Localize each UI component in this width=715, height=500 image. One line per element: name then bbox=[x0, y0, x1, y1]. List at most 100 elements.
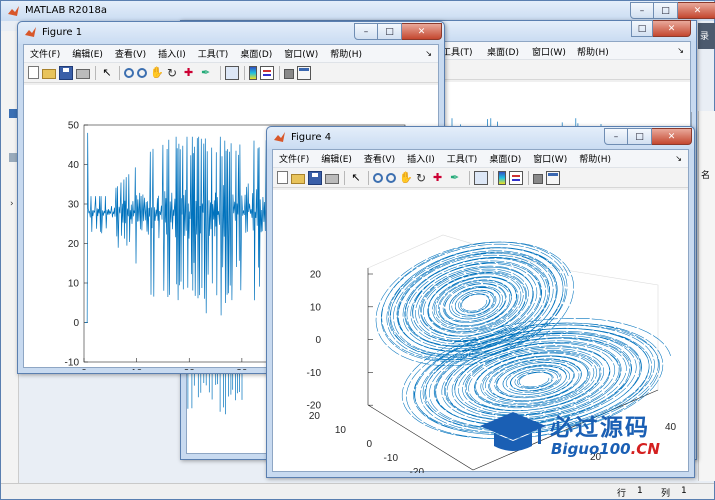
matlab-logo-icon bbox=[274, 132, 285, 142]
show-plot-tools-icon[interactable] bbox=[546, 170, 560, 185]
menu-item-7[interactable]: 帮助(H) bbox=[579, 152, 611, 165]
bg-figure-maximize-button[interactable]: □ bbox=[631, 20, 653, 37]
figure1-close-button[interactable]: ✕ bbox=[402, 23, 442, 40]
pan-hand-icon[interactable]: ✋ bbox=[399, 171, 413, 185]
matlab-logo-icon bbox=[25, 27, 36, 37]
data-cursor-icon[interactable]: ✚ bbox=[433, 171, 447, 185]
menu-item-6[interactable]: 窗口(W) bbox=[533, 152, 567, 165]
figure4-minimize-button[interactable]: – bbox=[604, 128, 628, 145]
toolbar-separator bbox=[95, 65, 96, 80]
hide-plot-tools-icon[interactable] bbox=[533, 173, 543, 184]
bg-menu-pin-icon[interactable]: ↘ bbox=[677, 46, 684, 55]
figure1-maximize-button[interactable]: □ bbox=[378, 23, 402, 40]
select-arrow-icon[interactable]: ↖ bbox=[100, 66, 114, 80]
figure4-ytick-label: -10 bbox=[384, 453, 399, 464]
brush-icon[interactable]: ✒ bbox=[450, 171, 464, 185]
figure1-xtick-label: 20 bbox=[184, 368, 196, 370]
link-plot-icon[interactable] bbox=[474, 170, 488, 185]
main-status-bar: 行 1 列 1 bbox=[1, 483, 714, 499]
main-minimize-button[interactable]: – bbox=[630, 2, 654, 19]
figure1-ytick-label: 10 bbox=[68, 279, 80, 290]
menu-item-5[interactable]: 桌面(D) bbox=[240, 47, 272, 60]
print-icon[interactable] bbox=[325, 173, 339, 184]
zoom-out-icon[interactable] bbox=[386, 172, 396, 183]
menu-pin-icon[interactable]: ↘ bbox=[675, 154, 682, 163]
figure1-title: Figure 1 bbox=[42, 27, 83, 38]
open-file-icon[interactable] bbox=[291, 174, 305, 184]
figure4-ztick-label: 10 bbox=[310, 302, 322, 313]
toolbar-separator bbox=[368, 170, 369, 185]
new-figure-icon[interactable] bbox=[28, 66, 39, 79]
figure4-toolbar: ↖ ✋ ↻ ✚ ✒ bbox=[273, 168, 688, 188]
menu-item-2[interactable]: 查看(V) bbox=[115, 47, 146, 60]
figure1-xtick-label: 10 bbox=[131, 368, 143, 370]
zoom-in-icon[interactable] bbox=[373, 172, 383, 183]
zoom-in-icon[interactable] bbox=[124, 67, 134, 78]
save-icon[interactable] bbox=[59, 65, 73, 80]
menu-item-1[interactable]: 编辑(E) bbox=[72, 47, 103, 60]
toolbar-separator bbox=[344, 170, 345, 185]
toolbar-separator bbox=[493, 170, 494, 185]
row-label: 行 bbox=[617, 489, 627, 499]
figure1-menubar: 文件(F) 编辑(E) 查看(V) 插入(I) 工具(T) 桌面(D) 窗口(W) 帮助(H)… bbox=[24, 45, 438, 63]
zoom-out-icon[interactable] bbox=[137, 67, 147, 78]
menu-item-0[interactable]: 文件(F) bbox=[30, 47, 60, 60]
select-arrow-icon[interactable]: ↖ bbox=[349, 171, 363, 185]
menu-item-6[interactable]: 窗口(W) bbox=[284, 47, 318, 60]
figure4-ytick-label: 0 bbox=[366, 439, 372, 450]
print-icon[interactable] bbox=[76, 68, 90, 79]
menu-item-7[interactable]: 帮助(H) bbox=[330, 47, 362, 60]
legend-icon[interactable] bbox=[509, 170, 523, 185]
main-close-button[interactable]: ✕ bbox=[678, 2, 715, 19]
colorbar-icon[interactable] bbox=[498, 170, 506, 185]
save-icon[interactable] bbox=[308, 170, 322, 185]
right-strip-text-top: 录 bbox=[700, 32, 710, 42]
open-file-icon[interactable] bbox=[42, 69, 56, 79]
bg-menu-fragment-window[interactable]: 窗口(W) bbox=[532, 45, 566, 58]
figure1-ytick-label: 0 bbox=[73, 318, 79, 329]
show-plot-tools-icon[interactable] bbox=[297, 65, 311, 80]
figure4-maximize-button[interactable]: □ bbox=[628, 128, 652, 145]
bg-menu-fragment-tools[interactable]: 工具(T) bbox=[442, 45, 473, 58]
figure4-ztick-label: 0 bbox=[315, 335, 321, 346]
menu-item-3[interactable]: 插入(I) bbox=[158, 47, 186, 60]
figure1-title-bar[interactable]: Figure 1 – □ ✕ bbox=[18, 22, 444, 44]
data-cursor-icon[interactable]: ✚ bbox=[184, 66, 198, 80]
bg-menu-fragment-desktop[interactable]: 桌面(D) bbox=[487, 45, 519, 58]
menu-item-2[interactable]: 查看(V) bbox=[364, 152, 395, 165]
figure4-title-bar[interactable]: Figure 4 – □ ✕ bbox=[267, 127, 694, 149]
figure4-close-button[interactable]: ✕ bbox=[652, 128, 692, 145]
bg-menu-fragment-help[interactable]: 帮助(H) bbox=[577, 45, 609, 58]
bg-figure-close-button[interactable]: ✕ bbox=[653, 20, 691, 37]
figure4-ytick-label: 10 bbox=[335, 425, 347, 436]
legend-icon[interactable] bbox=[260, 65, 274, 80]
toolbar-separator bbox=[528, 170, 529, 185]
toolbar-separator bbox=[244, 65, 245, 80]
toolbar-separator bbox=[220, 65, 221, 80]
menu-item-1[interactable]: 编辑(E) bbox=[321, 152, 352, 165]
menu-item-4[interactable]: 工具(T) bbox=[447, 152, 478, 165]
hide-plot-tools-icon[interactable] bbox=[284, 68, 294, 79]
new-figure-icon[interactable] bbox=[277, 171, 288, 184]
figure1-ytick-label: 30 bbox=[68, 200, 80, 211]
right-panel-text: 名 bbox=[701, 171, 711, 181]
menu-item-0[interactable]: 文件(F) bbox=[279, 152, 309, 165]
colorbar-icon[interactable] bbox=[249, 65, 257, 80]
brush-icon[interactable]: ✒ bbox=[201, 66, 215, 80]
main-title-bar: MATLAB R2018a – □ ✕ bbox=[1, 1, 715, 21]
left-panel-chevron-icon[interactable]: › bbox=[10, 199, 14, 209]
rotate-3d-icon[interactable]: ↻ bbox=[167, 66, 181, 80]
rotate-3d-icon[interactable]: ↻ bbox=[416, 171, 430, 185]
menu-item-4[interactable]: 工具(T) bbox=[198, 47, 229, 60]
pan-hand-icon[interactable]: ✋ bbox=[150, 66, 164, 80]
menu-item-3[interactable]: 插入(I) bbox=[407, 152, 435, 165]
menu-item-5[interactable]: 桌面(D) bbox=[489, 152, 521, 165]
menu-pin-icon[interactable]: ↘ bbox=[425, 49, 432, 58]
figure1-minimize-button[interactable]: – bbox=[354, 23, 378, 40]
link-plot-icon[interactable] bbox=[225, 65, 239, 80]
watermark-main-text: 必过源码 bbox=[550, 415, 650, 441]
main-maximize-button[interactable]: □ bbox=[654, 2, 678, 19]
figure1-xtick-label: 0 bbox=[81, 368, 87, 370]
figure4-xtick-label: 40 bbox=[665, 422, 677, 433]
figure4-ztick-label: -10 bbox=[307, 368, 322, 379]
